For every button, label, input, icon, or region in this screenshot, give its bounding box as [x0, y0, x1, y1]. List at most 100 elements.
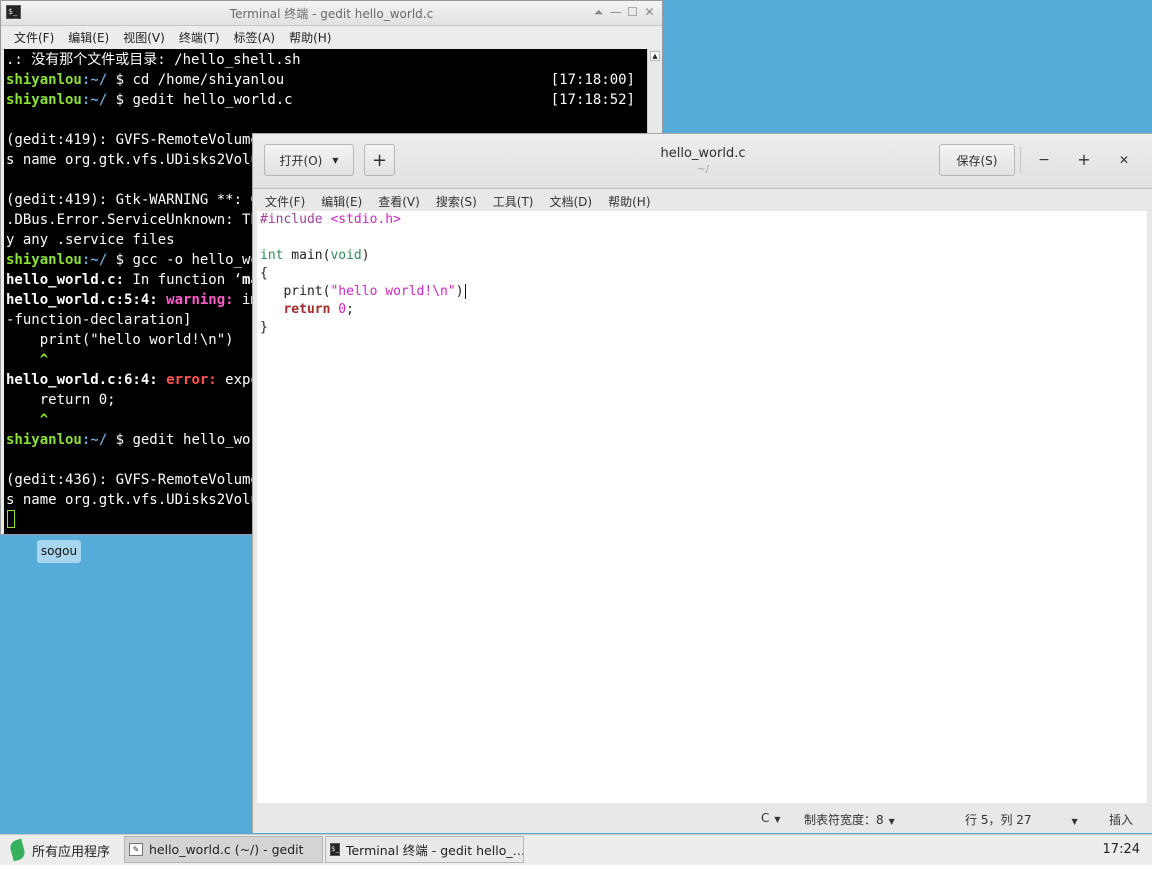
applications-label: 所有应用程序	[32, 844, 111, 860]
command-text: cd /home/shiyanlou	[132, 72, 285, 88]
menu-file[interactable]: 文件(F)	[265, 193, 305, 210]
terminal-line: s name org.gtk.vfs.UDisks2Volum	[6, 152, 268, 168]
menu-help[interactable]: 帮助(H)	[289, 29, 331, 46]
menu-search[interactable]: 搜索(S)	[436, 193, 477, 210]
taskbar-item-gedit[interactable]: ✎ hello_world.c (~/) - gedit	[124, 836, 323, 863]
gedit-window[interactable]: 打开(O) ▼ + hello_world.c ~/ 保存(S) − + ✕ 文…	[252, 133, 1152, 833]
command-text: gedit hello_world.c	[132, 92, 293, 108]
file-ref: hello_world.c:	[6, 272, 125, 288]
leaf-logo-icon	[8, 838, 27, 862]
chevron-down-icon: ▼	[774, 815, 781, 824]
insert-mode-label[interactable]: 插入	[1109, 811, 1133, 828]
menu-tabs[interactable]: 标签(A)	[234, 29, 276, 46]
clock: 17:24	[1102, 842, 1140, 857]
close-icon[interactable]: ✕	[1115, 151, 1133, 169]
gedit-headerbar[interactable]: 打开(O) ▼ + hello_world.c ~/ 保存(S) − + ✕	[253, 134, 1152, 189]
prompt-symbol: $	[107, 72, 133, 88]
terminal-line: -function-declaration]	[6, 312, 192, 328]
menu-documents[interactable]: 文档(D)	[550, 193, 593, 210]
terminal-cursor	[7, 510, 15, 528]
document-path: ~/	[697, 164, 709, 175]
maximize-icon[interactable]: ☐	[626, 4, 639, 20]
close-icon[interactable]: ✕	[643, 4, 656, 20]
terminal-line: .DBus.Error.ServiceUnknown: The	[6, 212, 268, 228]
code-line: {	[260, 266, 268, 281]
prompt-path: :~/	[81, 72, 108, 88]
timestamp: [17:18:00]	[550, 72, 635, 88]
terminal-line: hello_world.c:6:4: error: expec	[6, 370, 267, 390]
sogou-desktop-icon[interactable]: sogou	[37, 540, 81, 563]
tab-width-label: 制表符宽度：8	[804, 813, 884, 827]
terminal-menubar: 文件(F) 编辑(E) 视图(V) 终端(T) 标签(A) 帮助(H)	[1, 26, 662, 50]
type-keyword: int	[260, 248, 284, 263]
terminal-line: hello_world.c:5:4: warning: imp	[6, 290, 267, 310]
terminal-line: (gedit:436): GVFS-RemoteVolumeM	[6, 472, 268, 488]
taskbar: 所有应用程序 ✎ hello_world.c (~/) - gedit $_ T…	[0, 834, 1152, 865]
chevron-down-icon: ▼	[1071, 817, 1078, 826]
prompt-symbol: $	[107, 432, 133, 448]
menu-edit[interactable]: 编辑(E)	[321, 193, 362, 210]
prompt-path: :~/	[81, 252, 108, 268]
terminal-line: shiyanlou:~/ $ cd /home/shiyanlou [17:18:…	[6, 70, 643, 90]
code-line: int main(void)	[260, 247, 370, 265]
terminal-icon: $_	[330, 843, 340, 856]
minimize-icon[interactable]: —	[609, 4, 622, 20]
terminal-line: ^	[6, 352, 49, 368]
code-line: return 0;	[260, 301, 354, 319]
gedit-statusbar: C ▼ 制表符宽度：8 ▼ 行 5，列 27 ▼ 插入	[253, 804, 1152, 832]
code-editor[interactable]: #include <stdio.h> int main(void) { prin…	[257, 211, 1147, 803]
code-text: main(	[283, 248, 331, 263]
text-editor-icon: ✎	[129, 843, 143, 856]
terminal-line: shiyanlou:~/ $ gedit hello_worl	[6, 430, 267, 450]
prompt-user: shiyanlou	[6, 432, 82, 448]
screen-bottom-area	[0, 865, 1152, 896]
menu-view[interactable]: 视图(V)	[123, 29, 165, 46]
scroll-up-icon[interactable]: ▲	[650, 51, 660, 61]
shade-icon[interactable]: ⏶	[592, 4, 605, 20]
menu-help[interactable]: 帮助(H)	[608, 193, 650, 210]
menu-view[interactable]: 查看(V)	[378, 193, 420, 210]
language-label: C	[761, 811, 770, 825]
cursor-position-selector[interactable]: 行 5，列 27 ▼	[965, 811, 1078, 828]
code-line: #include <stdio.h>	[260, 211, 401, 229]
prompt-path: :~/	[81, 92, 108, 108]
terminal-line: shiyanlou:~/ $ gcc -o hello_wor	[6, 250, 267, 270]
open-button[interactable]: 打开(O) ▼	[264, 144, 354, 176]
menu-edit[interactable]: 编辑(E)	[68, 29, 109, 46]
header-separator	[1020, 147, 1021, 173]
timestamp: [17:18:52]	[550, 92, 635, 108]
terminal-line: (gedit:419): GVFS-RemoteVolumeM	[6, 132, 268, 148]
tab-width-selector[interactable]: 制表符宽度：8 ▼	[804, 811, 895, 828]
number-literal: 0	[338, 302, 347, 317]
menu-terminal[interactable]: 终端(T)	[179, 29, 220, 46]
terminal-line: s name org.gtk.vfs.UDisks2Volum	[6, 492, 268, 508]
taskbar-item-terminal[interactable]: $_ Terminal 终端 - gedit hello_…	[325, 836, 524, 863]
maximize-icon[interactable]: +	[1075, 151, 1093, 169]
text-cursor	[464, 284, 466, 299]
terminal-line: print("hello world!\n")	[6, 332, 234, 348]
terminal-titlebar[interactable]: $_ Terminal 终端 - gedit hello_world.c ⏶ —…	[1, 1, 662, 26]
preprocessor: #include	[260, 212, 331, 227]
code-text: ;	[346, 302, 354, 317]
language-selector[interactable]: C ▼	[761, 811, 781, 825]
file-ref: hello_world.c:6:4:	[6, 372, 158, 388]
menu-tools[interactable]: 工具(T)	[493, 193, 534, 210]
code-line: print("hello world!\n")	[260, 283, 466, 301]
applications-menu-button[interactable]: 所有应用程序	[0, 835, 122, 865]
menu-file[interactable]: 文件(F)	[14, 29, 54, 46]
document-title: hello_world.c	[660, 146, 746, 161]
new-document-button[interactable]: +	[364, 144, 395, 176]
open-button-label: 打开(O)	[279, 153, 323, 168]
prompt-user: shiyanlou	[6, 72, 82, 88]
chevron-down-icon: ▼	[332, 155, 339, 165]
error-label: error:	[166, 372, 217, 388]
string-literal: "hello world!\n"	[330, 284, 456, 299]
minimize-icon[interactable]: −	[1035, 151, 1053, 169]
command-text: gcc -o hello_wor	[132, 252, 268, 268]
save-button[interactable]: 保存(S)	[939, 144, 1015, 176]
prompt-symbol: $	[107, 252, 133, 268]
terminal-line: hello_world.c: In function ‘mai	[6, 270, 267, 290]
prompt-user: shiyanlou	[6, 252, 82, 268]
message-text: In function ‘	[124, 272, 243, 288]
